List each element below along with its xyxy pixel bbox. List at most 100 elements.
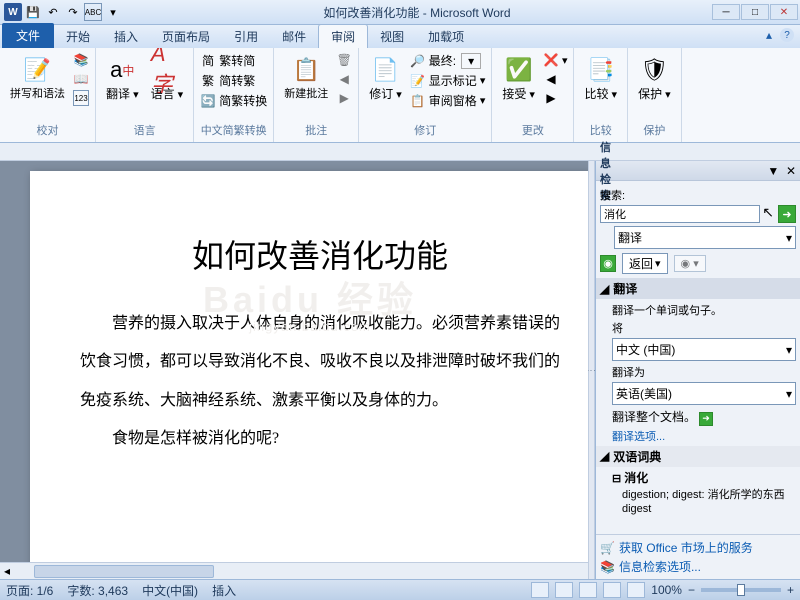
print-layout-view-button[interactable] [531, 582, 549, 598]
prev-change-button[interactable]: ◀ [543, 71, 568, 87]
horizontal-scrollbar[interactable]: ◂ [0, 562, 588, 579]
prev-comment-button: ◀ [336, 71, 352, 87]
to-simplified-button[interactable]: 简繁转简 [200, 52, 267, 69]
zoom-level[interactable]: 100% [651, 583, 682, 597]
pane-header: 信息检索 ▼ ✕ [596, 161, 800, 181]
document-area[interactable]: Baidu 经验 jingyan.baidu.com 如何改善消化功能 营养的摄… [0, 161, 588, 579]
tab-layout[interactable]: 页面布局 [150, 25, 222, 48]
thesaurus-button[interactable]: 📖 [73, 71, 89, 87]
quick-access-toolbar: W 💾 ↶ ↷ ABC ▾ [0, 3, 122, 21]
reject-button[interactable]: ❌▾ [543, 52, 568, 68]
web-view-button[interactable] [579, 582, 597, 598]
zoom-in-button[interactable]: + [787, 583, 794, 597]
maximize-button[interactable]: □ [741, 4, 769, 20]
pane-close-icon[interactable]: ✕ [786, 164, 796, 178]
pane-dropdown-icon[interactable]: ▼ [767, 164, 779, 178]
display-mode-combo[interactable]: 🔎最终: ▾ [410, 52, 486, 69]
track-changes-button[interactable]: 📄修订 ▾ [365, 52, 406, 104]
tab-references[interactable]: 引用 [222, 25, 270, 48]
minimize-button[interactable]: ─ [712, 4, 740, 20]
group-changes: ✅接受 ▾ ❌▾ ◀ ▶ 更改 [492, 48, 574, 142]
next-comment-button: ▶ [336, 90, 352, 106]
insert-mode[interactable]: 插入 [212, 582, 236, 599]
document-paragraph[interactable]: 食物是怎样被消化的呢? [80, 420, 560, 458]
word-app-icon[interactable]: W [4, 3, 22, 21]
word-count[interactable]: 字数: 3,463 [67, 582, 128, 599]
conversion-button[interactable]: 🔄简繁转换 [200, 92, 267, 109]
to-label: 翻译为 [600, 364, 796, 380]
to-language-combo[interactable]: 英语(美国)▾ [612, 382, 796, 405]
options-icon: 📚 [600, 560, 615, 574]
from-language-combo[interactable]: 中文 (中国)▾ [612, 338, 796, 361]
tab-addins[interactable]: 加载项 [416, 25, 476, 48]
dictionary-section-header[interactable]: ◢双语词典 [596, 446, 800, 467]
page[interactable]: Baidu 经验 jingyan.baidu.com 如何改善消化功能 营养的摄… [30, 171, 588, 579]
wordcount-button[interactable]: 123 [73, 90, 89, 106]
accept-button[interactable]: ✅接受 ▾ [498, 52, 539, 104]
language-button[interactable]: A字语言 ▾ [147, 52, 188, 104]
dict-result: digestion; digest: 消化所学的东西 digest [600, 488, 796, 516]
translate-doc-button[interactable]: ➜ [699, 412, 713, 426]
spelling-button[interactable]: 📝拼写和语法 [6, 52, 69, 103]
translate-doc-row: 翻译整个文档。 ➜ [600, 408, 796, 426]
outline-view-button[interactable] [603, 582, 621, 598]
search-scope-combo[interactable]: 翻译▾ [614, 226, 796, 249]
search-go-button[interactable]: ➜ [778, 205, 796, 223]
fullscreen-view-button[interactable] [555, 582, 573, 598]
show-markup-button[interactable]: 📝显示标记 ▾ [410, 72, 486, 89]
new-comment-button[interactable]: 📋新建批注 [280, 52, 332, 103]
search-input[interactable] [600, 205, 760, 223]
translate-hint: 翻译一个单词或句子。 [600, 302, 796, 318]
research-button[interactable]: 📚 [73, 52, 89, 68]
window-title: 如何改善消化功能 - Microsoft Word [122, 4, 712, 21]
from-label: 将 [600, 320, 796, 336]
tab-view[interactable]: 视图 [368, 25, 416, 48]
statusbar: 页面: 1/6 字数: 3,463 中文(中国) 插入 100% − + [0, 579, 800, 600]
ruler[interactable] [0, 143, 800, 161]
qat-dropdown-icon[interactable]: ▾ [104, 3, 122, 21]
translate-section-header[interactable]: ◢翻译 [596, 278, 800, 299]
forward-button[interactable]: ◉ ▾ [674, 255, 706, 272]
office-market-link[interactable]: 🛒获取 Office 市场上的服务 [600, 538, 796, 557]
page-indicator[interactable]: 页面: 1/6 [6, 582, 53, 599]
tab-mailings[interactable]: 邮件 [270, 25, 318, 48]
minimize-ribbon-icon[interactable]: ▴ [766, 28, 772, 42]
help-icon[interactable]: ? [780, 28, 794, 42]
pane-body: 搜索: ↖ ➜ 翻译▾ ◉ 返回 ▾ ◉ ▾ ◢翻译 翻译一个单词或句子。 将 … [596, 181, 800, 534]
protect-button[interactable]: 🛡保护 ▾ [634, 52, 675, 104]
group-chinese-conversion: 简繁转简 繁简转繁 🔄简繁转换 中文简繁转换 [194, 48, 274, 142]
compare-button[interactable]: 📑比较 ▾ [580, 52, 621, 104]
market-icon: 🛒 [600, 541, 615, 555]
next-change-button[interactable]: ▶ [543, 90, 568, 106]
cursor-icon: ↖ [762, 204, 774, 222]
spellcheck-icon[interactable]: ABC [84, 3, 102, 21]
save-icon[interactable]: 💾 [24, 3, 42, 21]
back-nav-button[interactable]: ◉ [600, 255, 616, 272]
research-options-link[interactable]: 📚信息检索选项... [600, 557, 796, 576]
translate-button[interactable]: a中翻译 ▾ [102, 52, 143, 104]
document-title[interactable]: 如何改善消化功能 [80, 231, 560, 277]
group-compare: 📑比较 ▾ 比较 [574, 48, 628, 142]
translate-options-link[interactable]: 翻译选项... [600, 428, 796, 444]
pane-footer: 🛒获取 Office 市场上的服务 📚信息检索选项... [596, 534, 800, 579]
tab-review[interactable]: 审阅 [318, 24, 368, 48]
undo-icon[interactable]: ↶ [44, 3, 62, 21]
file-tab[interactable]: 文件 [2, 23, 54, 48]
zoom-out-button[interactable]: − [688, 583, 695, 597]
tab-insert[interactable]: 插入 [102, 25, 150, 48]
redo-icon[interactable]: ↷ [64, 3, 82, 21]
close-button[interactable]: ✕ [770, 4, 798, 20]
group-proofing: 📝拼写和语法 📚 📖 123 校对 [0, 48, 96, 142]
group-language: a中翻译 ▾ A字语言 ▾ 语言 [96, 48, 194, 142]
to-traditional-button[interactable]: 繁简转繁 [200, 72, 267, 89]
reviewing-pane-button[interactable]: 📋审阅窗格 ▾ [410, 92, 486, 109]
zoom-slider[interactable] [701, 588, 781, 592]
draft-view-button[interactable] [627, 582, 645, 598]
search-label: 搜索: [600, 187, 796, 203]
window-controls: ─ □ ✕ [712, 4, 800, 20]
tab-home[interactable]: 开始 [54, 25, 102, 48]
pane-resize-handle[interactable]: ⋮ [588, 161, 595, 579]
back-button[interactable]: 返回 ▾ [622, 253, 668, 274]
language-indicator[interactable]: 中文(中国) [142, 582, 198, 599]
document-paragraph[interactable]: 营养的摄入取决于人体自身的消化吸收能力。必须营养素错误的饮食习惯，都可以导致消化… [80, 305, 560, 420]
